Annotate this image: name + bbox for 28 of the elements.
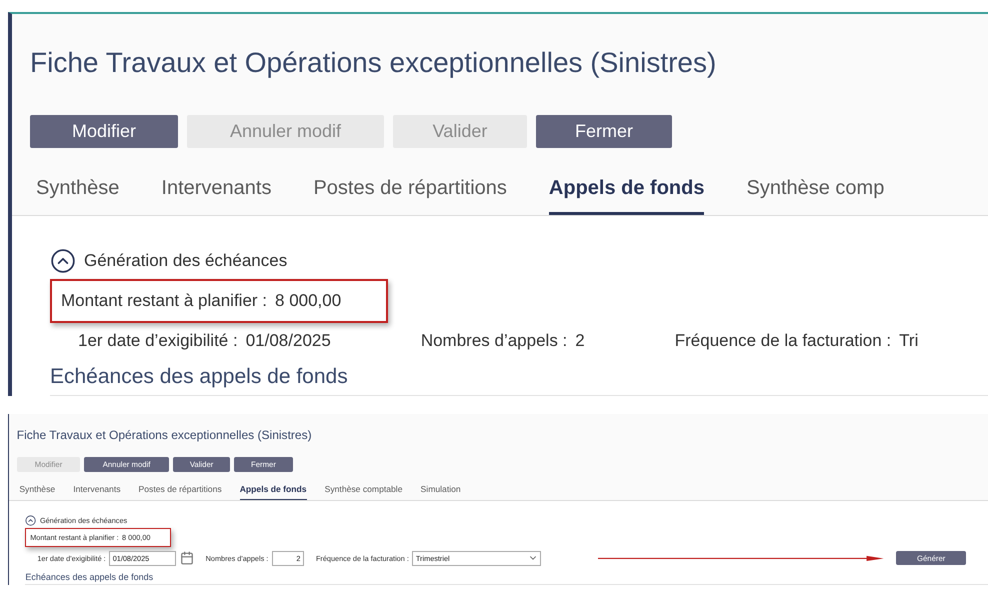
field-value: 01/08/2025: [246, 331, 331, 351]
collapse-icon[interactable]: [50, 248, 76, 274]
toolbar-button[interactable]: Modifier: [30, 115, 178, 148]
tab[interactable]: Appels de fonds: [240, 476, 307, 500]
tab[interactable]: Synthèse comp: [746, 160, 884, 215]
section-heading: Echéances des appels de fonds: [50, 351, 988, 396]
toolbar-button[interactable]: Fermer: [536, 115, 672, 148]
calendar-icon[interactable]: [180, 551, 194, 566]
tab[interactable]: Intervenants: [73, 476, 120, 500]
tab[interactable]: Synthèse comptable: [324, 476, 402, 500]
tab[interactable]: Postes de répartitions: [313, 160, 507, 215]
section-title: Génération des échéances: [84, 251, 288, 271]
tab[interactable]: Simulation: [420, 476, 461, 500]
section-heading: Echéances des appels de fonds: [25, 566, 988, 586]
field-label: Fréquence de la facturation :: [674, 331, 892, 351]
page-title: Fiche Travaux et Opérations exceptionnelles (Sinistres): [30, 46, 718, 80]
field-label: Nombres d’appels :: [420, 331, 568, 351]
tab[interactable]: Postes de répartitions: [138, 476, 222, 500]
field-value: 2: [575, 331, 585, 351]
tab[interactable]: Synthèse: [36, 160, 120, 215]
summary-value: 8 000,00: [275, 291, 342, 311]
field-value: Tri: [899, 331, 918, 351]
field-label: 1er date d’exigibilité :: [78, 331, 238, 351]
collapse-icon[interactable]: [25, 514, 36, 526]
tab[interactable]: Intervenants: [161, 160, 272, 215]
page-title: Fiche Travaux et Opérations exceptionnelles (Sinistres): [16, 428, 313, 442]
summary-label: Montant restant à planifier :: [61, 291, 268, 311]
tab[interactable]: Synthèse: [19, 476, 56, 500]
